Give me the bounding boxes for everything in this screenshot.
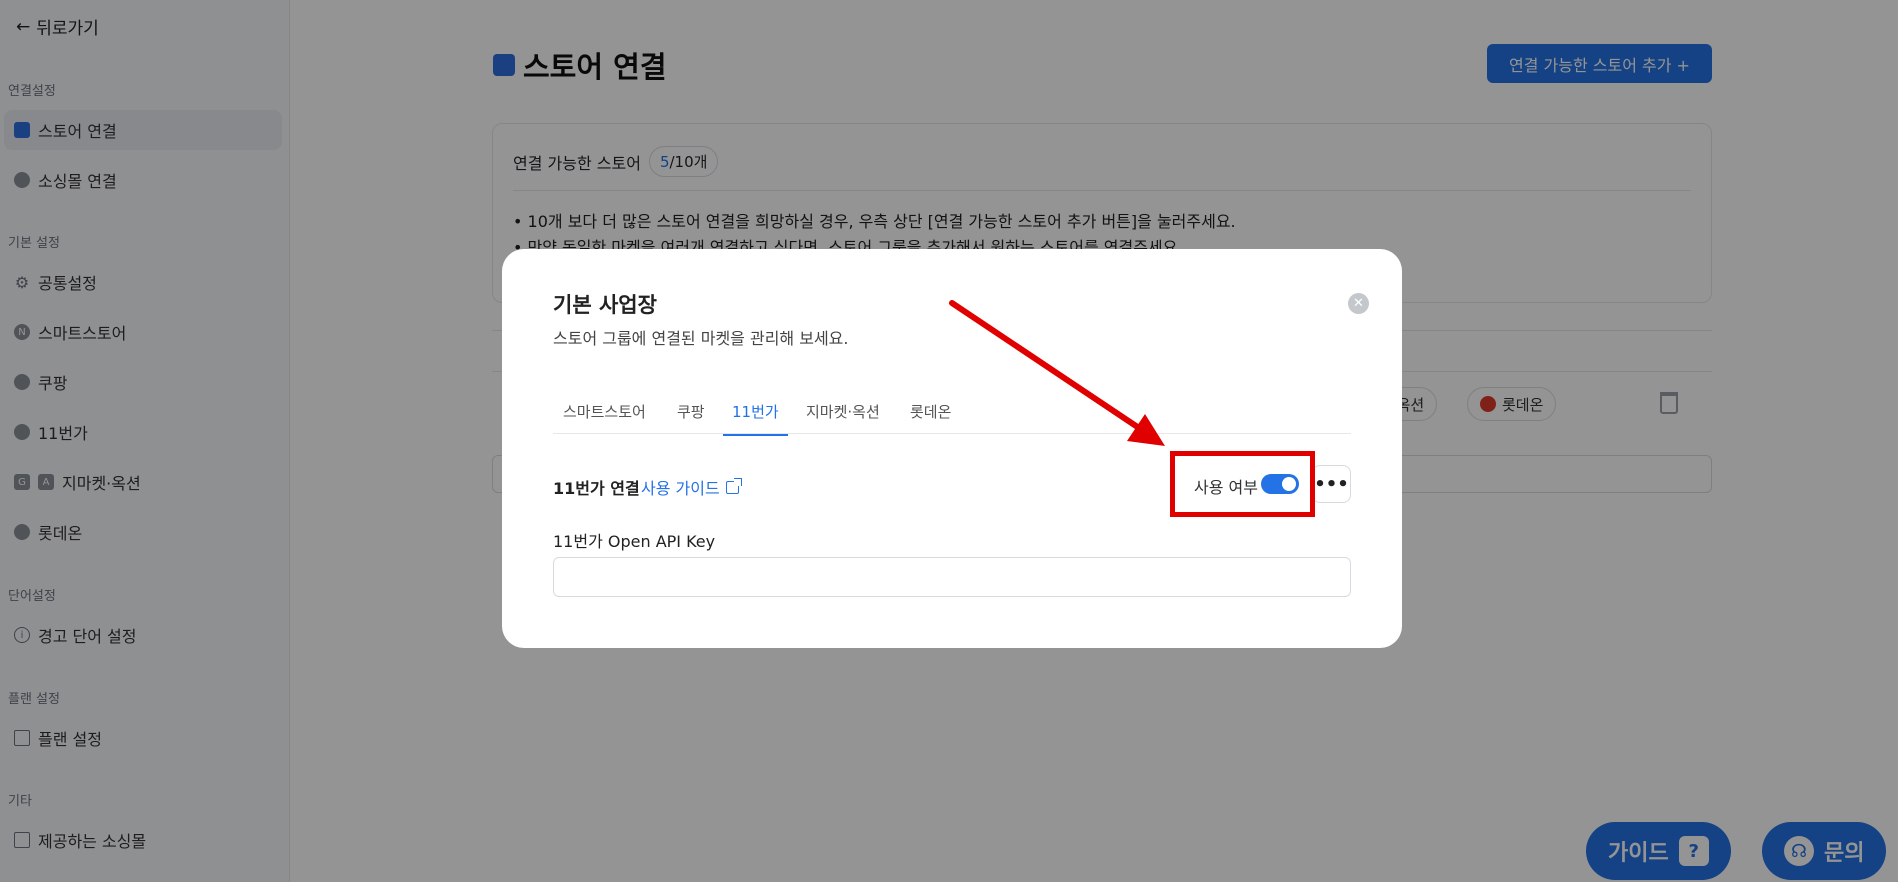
annotation-arrow [949,300,1165,446]
